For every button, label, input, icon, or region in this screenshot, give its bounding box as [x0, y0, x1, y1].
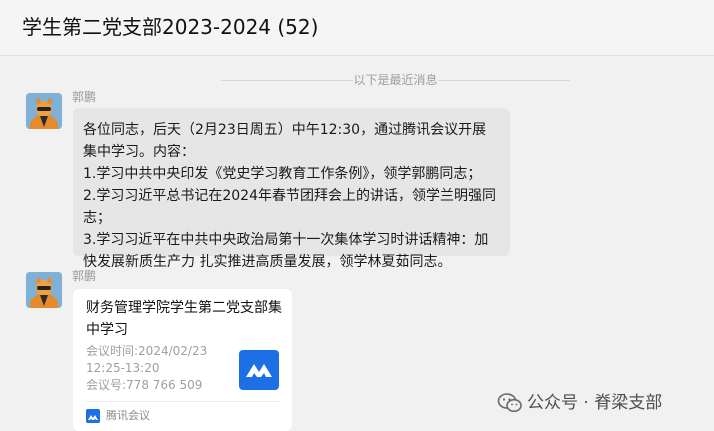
chat-title: 学生第二党支部2023-2024 (52) — [22, 15, 319, 39]
avatar-image — [26, 93, 62, 129]
card-app-name: 腾讯会议 — [106, 409, 150, 422]
meeting-id: 会议号:778 766 509 — [86, 378, 203, 392]
avatar[interactable] — [26, 93, 62, 129]
sender-name: 郭鹏 — [72, 90, 97, 104]
meeting-card[interactable]: 财务管理学院学生第二党支部集中学习 会议时间:2024/02/23 12:25-… — [73, 289, 292, 431]
sender-name: 郭鹏 — [72, 269, 97, 283]
message-line: 2.学习习近平总书记在2024年春节团拜会上的讲话，领学兰明强同志； — [83, 188, 496, 226]
watermark-text: 公众号 · 脊梁支部 — [527, 393, 663, 413]
divider-text: 以下是最近消息 — [353, 73, 438, 87]
meeting-meta: 会议时间:2024/02/23 12:25-13:20 会议号:778 766 … — [86, 343, 234, 394]
meeting-time: 会议时间:2024/02/23 12:25-13:20 — [86, 344, 208, 375]
message-line: 1.学习中共中央印发《党史学习教育工作条例》，领学郭鹏同志； — [83, 166, 482, 182]
wechat-icon — [497, 393, 522, 413]
message-bubble[interactable]: 各位同志，后天（2月23日周五）中午12:30，通过腾讯会议开展集中学习。内容：… — [73, 108, 510, 270]
meeting-title: 财务管理学院学生第二党支部集中学习 — [86, 300, 282, 338]
avatar[interactable] — [26, 272, 62, 308]
tencent-meeting-small-icon — [86, 409, 100, 423]
chat-header: 学生第二党支部2023-2024 (52) — [0, 0, 714, 56]
message-line: 各位同志，后天（2月23日周五）中午12:30，通过腾讯会议开展集中学习。内容： — [83, 122, 487, 160]
message-line: 3.学习习近平在中共中央政治局第十一次集体学习时讲话精神：加快发展新质生产力 扎… — [83, 232, 489, 270]
card-separator — [85, 401, 280, 402]
tencent-meeting-icon — [239, 350, 279, 390]
avatar-image — [26, 272, 62, 308]
recent-messages-divider: 以下是最近消息 — [221, 73, 570, 87]
